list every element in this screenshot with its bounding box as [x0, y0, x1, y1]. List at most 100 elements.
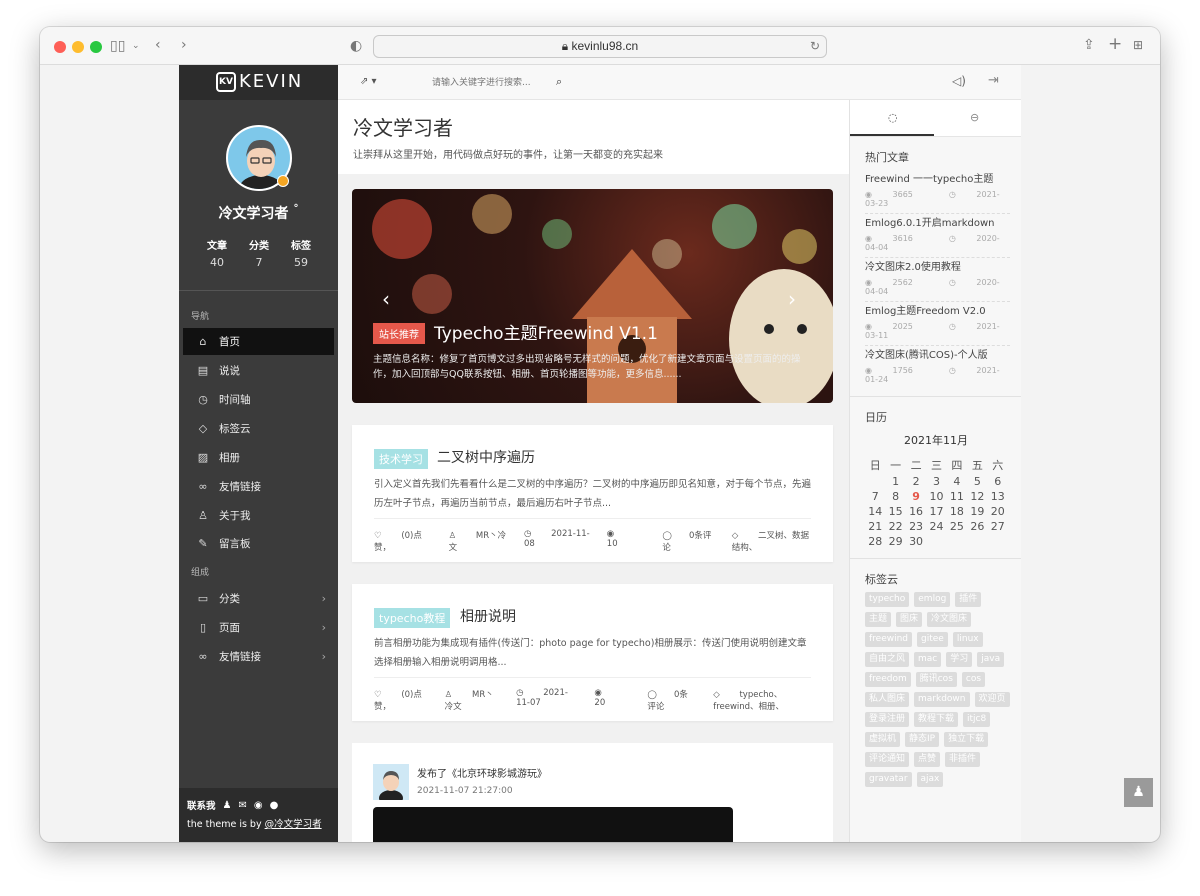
- tag-chip[interactable]: java: [977, 652, 1005, 667]
- sidebar-item-tag-cloud[interactable]: ◇ 标签云: [183, 415, 334, 442]
- tag-chip[interactable]: typecho: [865, 592, 910, 607]
- calendar-day[interactable]: 27: [988, 520, 1008, 533]
- post-title[interactable]: 二叉树中序遍历: [437, 447, 535, 467]
- calendar-day[interactable]: 5: [967, 475, 987, 488]
- sidebar-item-about[interactable]: ♙ 关于我: [183, 502, 334, 529]
- sidebar-toggle-icon[interactable]: ▯▯: [110, 39, 125, 53]
- close-window-button[interactable]: [54, 41, 66, 53]
- sidebar-item-categories[interactable]: ▭ 分类 ›: [183, 585, 334, 612]
- hot-post-item[interactable]: 冷文图床2.0使用教程 ◉ 2562 ◷ 2020-04-04: [865, 258, 1010, 302]
- calendar-day[interactable]: 10: [926, 490, 946, 503]
- tag-chip[interactable]: ajax: [916, 772, 944, 787]
- calendar-day[interactable]: 16: [906, 505, 926, 518]
- calendar-day[interactable]: 11: [947, 490, 967, 503]
- calendar-day[interactable]: 8: [885, 490, 905, 503]
- calendar-day[interactable]: 20: [988, 505, 1008, 518]
- like-meta[interactable]: ♡ (0)点赞，: [374, 529, 432, 553]
- comments-meta[interactable]: ◯ 0条评论: [647, 688, 696, 712]
- share-icon[interactable]: ⇪: [1083, 38, 1095, 52]
- stat-categories[interactable]: 分类 7: [241, 237, 277, 269]
- sidebar-item-pages[interactable]: ▯ 页面 ›: [183, 614, 334, 641]
- calendar-day[interactable]: 18: [947, 505, 967, 518]
- tags-meta[interactable]: ◇ 二叉树、数据结构、: [732, 529, 816, 553]
- stat-posts[interactable]: 文章 40: [199, 237, 235, 269]
- carousel-prev-icon[interactable]: ‹: [382, 287, 390, 311]
- tag-chip[interactable]: cos: [961, 672, 986, 687]
- featured-title[interactable]: Typecho主题Freewind V1.1: [434, 319, 658, 344]
- calendar-day[interactable]: 24: [926, 520, 946, 533]
- calendar-day[interactable]: 30: [906, 535, 926, 548]
- tag-chip[interactable]: 欢迎页: [974, 692, 1010, 707]
- calendar-day[interactable]: 25: [947, 520, 967, 533]
- tag-chip[interactable]: gitee: [917, 632, 948, 647]
- theme-author-link[interactable]: @冷文学习者: [265, 819, 322, 830]
- share-menu-icon[interactable]: ⇗ ▾: [360, 76, 377, 87]
- shield-icon[interactable]: ◐: [350, 39, 362, 53]
- calendar-day[interactable]: 12: [967, 490, 987, 503]
- tag-chip[interactable]: 教程下载: [914, 712, 959, 727]
- comments-meta[interactable]: ◯ 0条评论: [662, 529, 714, 553]
- back-icon[interactable]: ‹: [155, 38, 161, 52]
- sidebar-item-timeline[interactable]: ◷ 时间轴: [183, 386, 334, 413]
- calendar-day[interactable]: 1: [885, 475, 905, 488]
- tag-chip[interactable]: gravatar: [865, 772, 912, 787]
- sidebar-item-links-group[interactable]: ∞ 友情链接 ›: [183, 643, 334, 670]
- sidebar-item-guestbook[interactable]: ✎ 留言板: [183, 530, 334, 557]
- calendar-day[interactable]: 29: [885, 535, 905, 548]
- calendar-day[interactable]: 7: [865, 490, 885, 503]
- sidebar-item-talk[interactable]: ▤ 说说: [183, 357, 334, 384]
- stat-tags[interactable]: 标签 59: [283, 237, 319, 269]
- tab-overview-icon[interactable]: ⊞: [1133, 38, 1143, 52]
- site-logo[interactable]: KV KEVIN: [179, 65, 338, 100]
- calendar-day[interactable]: 9: [906, 490, 926, 503]
- calendar-day[interactable]: 17: [926, 505, 946, 518]
- post-category[interactable]: 技术学习: [374, 449, 428, 469]
- tag-chip[interactable]: itjc8: [963, 712, 991, 727]
- tag-chip[interactable]: 私人图床: [865, 692, 910, 707]
- tag-chip[interactable]: 学习: [946, 652, 973, 667]
- tag-chip[interactable]: 图床: [896, 612, 923, 627]
- qq-contact-button[interactable]: ♟: [1124, 778, 1153, 807]
- tag-chip[interactable]: 静态IP: [905, 732, 940, 747]
- tag-chip[interactable]: markdown: [914, 692, 970, 707]
- tags-meta[interactable]: ◇ typecho、freewind、相册、: [713, 688, 816, 712]
- address-bar[interactable]: 🔒︎ kevinlu98.cn ↻: [373, 35, 827, 58]
- tag-chip[interactable]: 独立下载: [944, 732, 989, 747]
- calendar-day[interactable]: 22: [885, 520, 905, 533]
- tag-chip[interactable]: emlog: [914, 592, 951, 607]
- login-icon[interactable]: ⇥: [988, 73, 999, 88]
- tag-chip[interactable]: 登录注册: [865, 712, 910, 727]
- github-icon[interactable]: ●: [270, 800, 279, 811]
- weibo-icon[interactable]: ◉: [254, 800, 263, 811]
- tag-chip[interactable]: 腾讯cos: [915, 672, 957, 687]
- tag-chip[interactable]: 自由之风: [865, 652, 910, 667]
- sidebar-item-friend-links[interactable]: ∞ 友情链接: [183, 473, 334, 500]
- tag-chip[interactable]: 评论通知: [865, 752, 910, 767]
- qq-icon[interactable]: ♟: [223, 800, 232, 811]
- calendar-day[interactable]: 21: [865, 520, 885, 533]
- minimize-window-button[interactable]: [72, 41, 84, 53]
- calendar-day[interactable]: 26: [967, 520, 987, 533]
- calendar-day[interactable]: 13: [988, 490, 1008, 503]
- reload-icon[interactable]: ↻: [810, 36, 820, 57]
- tag-chip[interactable]: 插件: [955, 592, 982, 607]
- featured-carousel[interactable]: ‹ › 站长推荐 Typecho主题Freewind V1.1 主题信息名称：修…: [352, 189, 833, 403]
- search-icon[interactable]: ⌕: [556, 75, 562, 89]
- search-input[interactable]: [432, 73, 547, 93]
- post-title[interactable]: 相册说明: [460, 606, 516, 626]
- status-title[interactable]: 发布了《北京环球影城游玩》: [417, 765, 547, 780]
- hot-post-item[interactable]: Freewind 一一typecho主题 ◉ 3665 ◷ 2021-03-23: [865, 170, 1010, 214]
- tag-chip[interactable]: 主题: [865, 612, 892, 627]
- tab-hot[interactable]: ◌: [888, 111, 898, 124]
- sidebar-item-home[interactable]: ⌂ 首页: [183, 328, 334, 355]
- calendar-day[interactable]: 19: [967, 505, 987, 518]
- tag-chip[interactable]: freedom: [865, 672, 911, 687]
- hot-post-item[interactable]: Emlog主题Freedom V2.0 ◉ 2025 ◷ 2021-03-11: [865, 302, 1010, 346]
- calendar-day[interactable]: 3: [926, 475, 946, 488]
- calendar-day[interactable]: 15: [885, 505, 905, 518]
- calendar-day[interactable]: 6: [988, 475, 1008, 488]
- forward-icon[interactable]: ›: [181, 38, 187, 52]
- calendar-day[interactable]: 4: [947, 475, 967, 488]
- tag-chip[interactable]: 冷文图床: [927, 612, 972, 627]
- tag-chip[interactable]: mac: [914, 652, 942, 667]
